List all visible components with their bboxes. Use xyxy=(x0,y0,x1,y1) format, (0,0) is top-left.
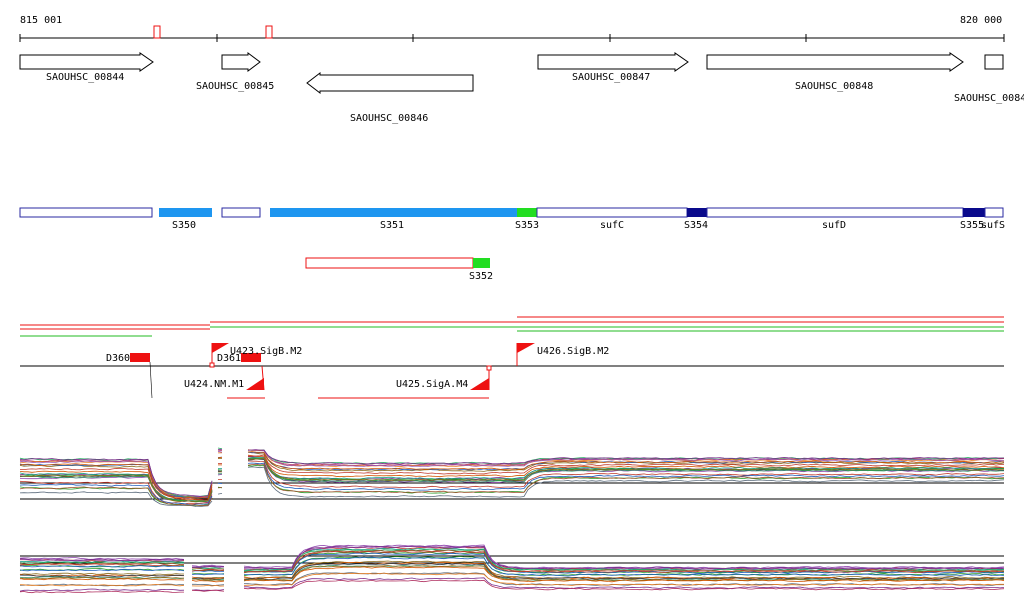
segment-box[interactable] xyxy=(984,207,1004,218)
ruler-marker-1 xyxy=(153,25,161,39)
feature-drop xyxy=(149,361,153,399)
gene-label: SAOUHSC_0084 xyxy=(954,93,1024,104)
coordinate-end-label: 820 000 xyxy=(960,15,1002,26)
promoter-flag[interactable] xyxy=(517,343,535,353)
segment-box[interactable] xyxy=(270,208,517,217)
coverage-lines xyxy=(20,316,1004,337)
expression-traces xyxy=(19,447,1005,508)
coordinate-ruler: 815 001 820 000 xyxy=(19,15,1005,42)
segment-label: S353 xyxy=(515,220,539,231)
expression-trace xyxy=(247,451,1005,471)
gene-label: SAOUHSC_00846 xyxy=(350,113,428,124)
gene-arrow[interactable] xyxy=(537,52,689,72)
gene-arrow[interactable] xyxy=(706,52,964,72)
segment-label: sufC xyxy=(600,220,624,231)
expression-trace xyxy=(217,447,223,450)
feature-label: U425.SigA.M4 xyxy=(396,379,468,390)
segment-box[interactable] xyxy=(517,208,537,217)
expression-trace xyxy=(191,573,225,576)
gene-arrow[interactable] xyxy=(221,52,261,72)
expression-panel-top xyxy=(19,447,1005,508)
segment-labels: S350 S351 S352 S353 sufC S354 sufD S355 … xyxy=(172,220,1005,282)
expression-trace xyxy=(191,584,225,587)
segment-box[interactable] xyxy=(221,207,261,218)
segment-label: sufS xyxy=(981,220,1005,231)
segment-label: S352 xyxy=(469,271,493,282)
gene-arrow[interactable] xyxy=(306,71,474,95)
genome-browser-view: 815 001 820 000 SAOUHSC_00844 SAOUHSC_00… xyxy=(19,15,1024,594)
promoter-anchor xyxy=(486,365,492,371)
segment-track xyxy=(19,207,1004,269)
segment-label: S350 xyxy=(172,220,196,231)
feature-label: D360 xyxy=(106,353,130,364)
segment-box[interactable] xyxy=(19,207,153,218)
feature-labels: D360 D361 U423.SigB.M2 U424.NM.M1 U425.S… xyxy=(106,346,609,390)
expression-trace xyxy=(217,449,223,451)
promoter-flag[interactable] xyxy=(212,343,229,353)
coordinate-start-label: 815 001 xyxy=(20,15,62,26)
expression-trace xyxy=(19,590,184,594)
segment-box[interactable] xyxy=(536,207,688,218)
segment-label: S354 xyxy=(684,220,708,231)
feature-label: U426.SigB.M2 xyxy=(537,346,609,357)
expression-trace xyxy=(217,456,223,459)
segment-box[interactable] xyxy=(963,208,985,217)
promoter-flag[interactable] xyxy=(470,378,489,390)
segment-box[interactable] xyxy=(159,208,212,217)
expression-trace xyxy=(243,544,1005,569)
feature-label: U424.NM.M1 xyxy=(184,379,244,390)
gene-label: SAOUHSC_00845 xyxy=(196,81,274,92)
gene-label: SAOUHSC_00847 xyxy=(572,72,650,83)
expression-trace xyxy=(19,563,185,567)
expression-trace xyxy=(217,473,223,476)
gene-label: SAOUHSC_00844 xyxy=(46,72,124,83)
promoter-flag[interactable] xyxy=(246,378,264,390)
segment-box[interactable] xyxy=(305,257,474,269)
expression-trace xyxy=(217,450,223,453)
expression-panel-bottom xyxy=(19,544,1005,594)
expression-trace xyxy=(20,476,213,503)
segment-label: sufD xyxy=(822,220,846,231)
expression-trace xyxy=(217,493,223,495)
gene-label: SAOUHSC_00848 xyxy=(795,81,873,92)
ruler-marker-2 xyxy=(265,25,273,39)
segment-box[interactable] xyxy=(706,207,964,218)
gene-labels: SAOUHSC_00844 SAOUHSC_00845 SAOUHSC_0084… xyxy=(46,72,1024,124)
segment-label: S351 xyxy=(380,220,404,231)
gene-arrow[interactable] xyxy=(19,52,154,72)
gene-arrow[interactable] xyxy=(984,54,1004,70)
expression-traces xyxy=(19,544,1005,594)
deletion-marker[interactable] xyxy=(130,353,150,362)
promoter-anchor xyxy=(209,362,215,368)
segment-box[interactable] xyxy=(687,208,707,217)
feature-label: U423.SigB.M2 xyxy=(230,346,302,357)
segment-box[interactable] xyxy=(473,258,490,268)
